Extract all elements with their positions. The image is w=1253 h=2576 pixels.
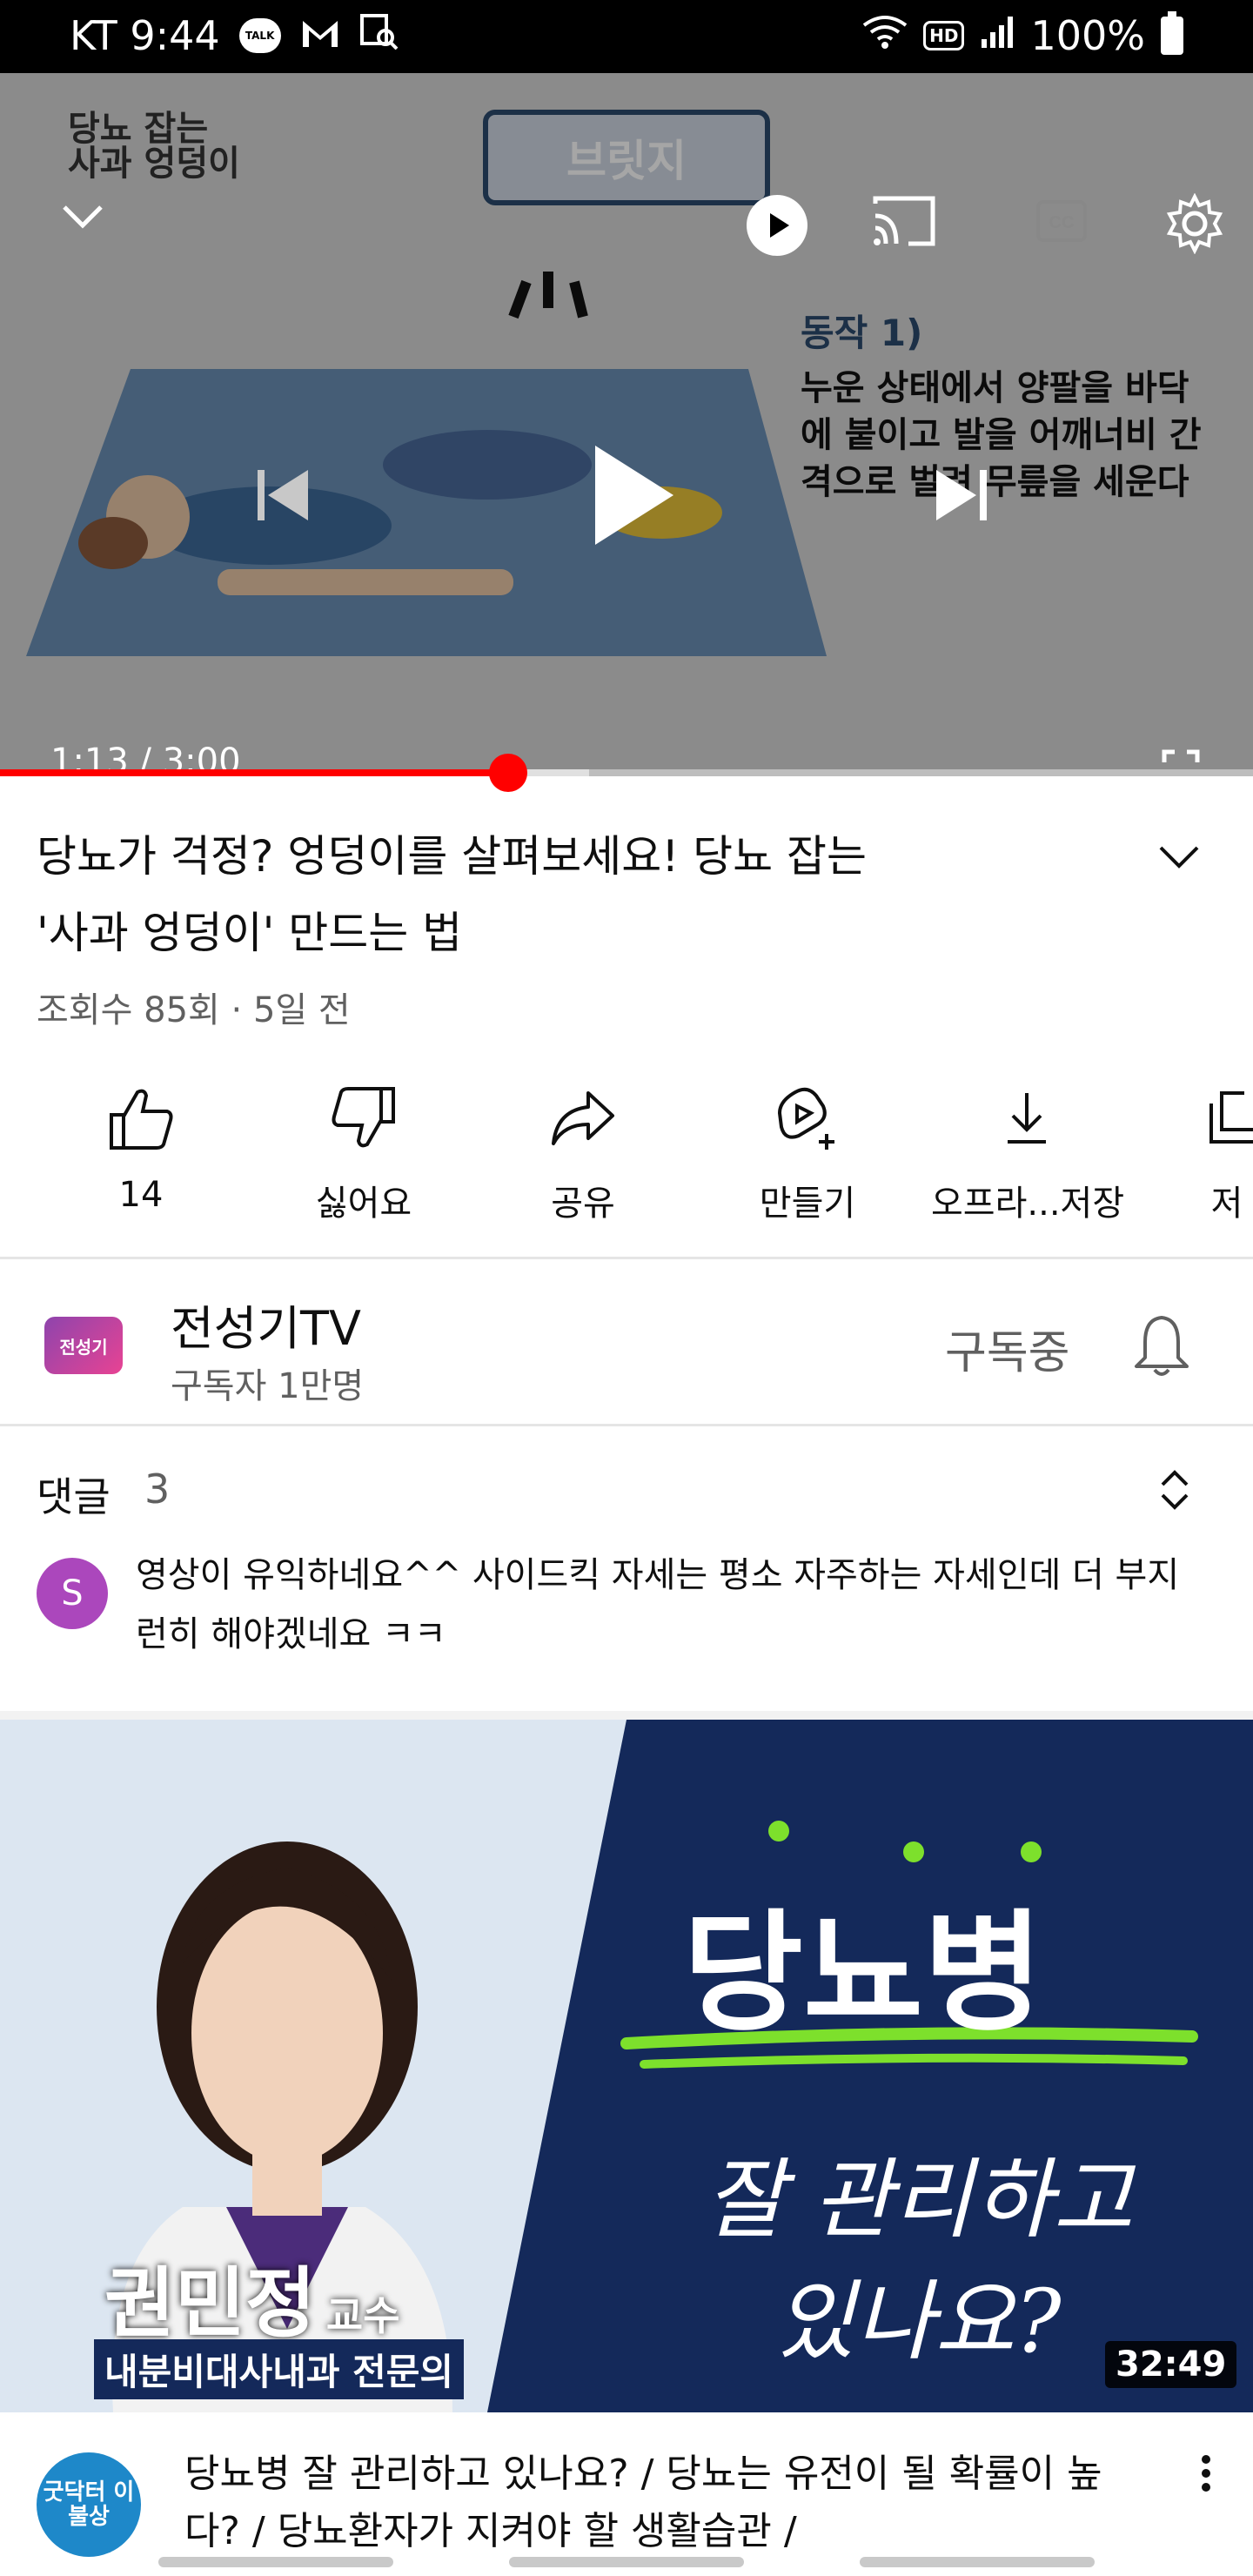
gear-icon[interactable] — [1164, 192, 1225, 258]
like-button[interactable]: 14 — [45, 1079, 237, 1215]
battery-percent: 100% — [1030, 12, 1145, 59]
video-player[interactable]: 당뇨 잡는 사과 엉덩이 브릿지 동작 1) 누운 상태에서 양팔을 바닥에 붙… — [0, 73, 1253, 775]
carrier-time: KT 9:44 — [70, 12, 220, 59]
skip-next-icon[interactable] — [931, 465, 992, 529]
play-pause-button[interactable] — [583, 439, 679, 555]
progress-played — [0, 769, 509, 776]
status-bar: KT 9:44 TALK HD 100% — [0, 0, 1253, 73]
minimize-chevron-icon[interactable] — [61, 204, 104, 233]
wifi-icon — [862, 12, 908, 59]
video-info[interactable]: 당뇨가 걱정? 엉덩이를 살펴보세요! 당뇨 잡는 '사과 엉덩이' 만드는 법… — [37, 818, 1159, 1032]
create-icon — [712, 1079, 903, 1157]
chevron-down-icon[interactable] — [1157, 844, 1201, 874]
thumbnail-person-dept: 내분비대사내과 전문의 — [94, 2339, 465, 2399]
top-comment-text[interactable]: 영상이 유익하네요^^ 사이드킥 자세는 평소 자주하는 자세인데 더 부지런히… — [136, 1546, 1197, 1664]
thumbs-down-icon — [268, 1079, 459, 1157]
cast-icon[interactable] — [870, 195, 936, 251]
video-title[interactable]: 당뇨가 걱정? 엉덩이를 살펴보세요! 당뇨 잡는 '사과 엉덩이' 만드는 법 — [37, 818, 1159, 971]
signal-icon — [980, 12, 1015, 59]
divider — [0, 1424, 1253, 1426]
cc-icon[interactable]: CC — [1035, 199, 1088, 246]
share-icon — [487, 1079, 679, 1157]
battery-icon — [1161, 11, 1183, 55]
action-bar: 14 싫어요 공유 만들기 오프라...저장 저 — [0, 1079, 1253, 1224]
subscriber-count: 구독자 1만명 — [171, 1366, 365, 1406]
comments-count: 3 — [144, 1466, 171, 1513]
channel-name[interactable]: 전성기TV — [171, 1290, 361, 1358]
video-meta: 조회수 85회 · 5일 전 — [37, 990, 351, 1030]
dislike-button[interactable]: 싫어요 — [268, 1079, 459, 1225]
player-dim-overlay — [0, 73, 1253, 775]
nav-pill-left[interactable] — [158, 2557, 393, 2567]
gesture-nav-bar — [0, 2541, 1253, 2576]
hd-voice-icon: HD — [923, 21, 965, 50]
commenter-avatar[interactable]: S — [37, 1558, 108, 1629]
play-icon — [595, 446, 673, 545]
create-button[interactable]: 만들기 — [712, 1079, 903, 1225]
download-button[interactable]: 오프라...저장 — [931, 1079, 1124, 1225]
save-icon — [1131, 1079, 1253, 1157]
section-separator — [0, 1711, 1253, 1720]
nav-pill-right[interactable] — [860, 2557, 1095, 2567]
thumbnail-subline-1: 잘 관리하고 — [705, 2149, 1133, 2251]
data-search-icon — [359, 12, 399, 59]
comments-panel[interactable]: 댓글 3 S 영상이 유익하네요^^ 사이드킥 자세는 평소 자주하는 자세인데… — [0, 1427, 1253, 1714]
channel-avatar[interactable]: 전성기 — [42, 1304, 125, 1387]
unfold-icon[interactable] — [1157, 1466, 1192, 1518]
autoplay-toggle[interactable] — [747, 195, 807, 256]
thumbnail-subline-2: 있나요? — [774, 2271, 1062, 2372]
channel-row[interactable]: 전성기 전성기TV 구독자 1만명 구독중 — [0, 1260, 1253, 1426]
recommended-video-thumbnail[interactable]: 당뇨병 잘 관리하고 있나요? 권민정 교수 내분비대사내과 전문의 — [0, 1720, 1253, 2412]
nav-pill-center[interactable] — [509, 2557, 744, 2567]
kakaotalk-icon: TALK — [238, 18, 281, 53]
video-duration: 32:49 — [1105, 2341, 1237, 2388]
progress-scrubber[interactable] — [489, 754, 528, 792]
thumbs-up-icon — [45, 1079, 237, 1157]
more-vert-icon[interactable] — [1201, 2454, 1211, 2496]
save-button[interactable]: 저 — [1131, 1079, 1253, 1225]
bell-icon[interactable] — [1131, 1312, 1192, 1382]
gmail-icon — [300, 12, 340, 59]
thumbnail-headline: 당뇨병 — [683, 1898, 1044, 2049]
comments-title: 댓글 — [37, 1473, 111, 1520]
subscribed-button[interactable]: 구독중 — [945, 1316, 1070, 1381]
play-icon — [770, 213, 789, 238]
share-button[interactable]: 공유 — [487, 1079, 679, 1225]
divider — [0, 1257, 1253, 1259]
progress-bar[interactable] — [0, 754, 1253, 792]
skip-previous-icon[interactable] — [252, 465, 313, 529]
thumbnail-person-name: 권민정 교수 — [104, 2258, 400, 2348]
svg-text:CC: CC — [1049, 213, 1075, 232]
download-icon — [931, 1079, 1122, 1157]
